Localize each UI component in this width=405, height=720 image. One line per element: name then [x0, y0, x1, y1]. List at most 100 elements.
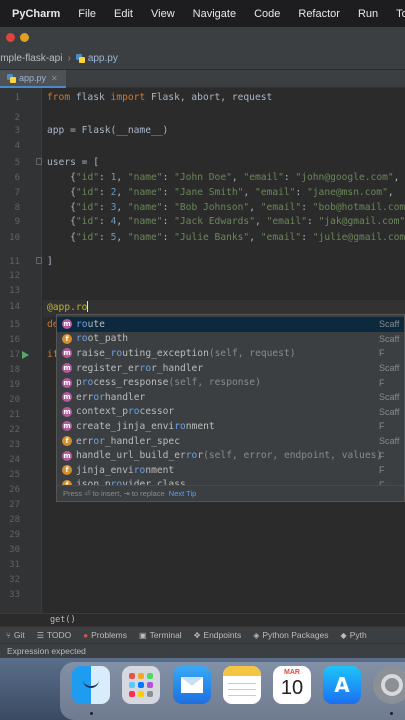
line-number: 10 [9, 233, 20, 243]
method-icon: m [62, 406, 72, 417]
completion-item[interactable]: m ro ute Scaff [57, 317, 404, 332]
line-number: 1 [14, 93, 20, 103]
completion-tail: Scaff [379, 436, 400, 447]
tool-git[interactable]: ⑂ Git [0, 630, 31, 640]
completion-pre: err [76, 391, 94, 403]
run-icon[interactable] [22, 351, 29, 359]
git-icon: ⑂ [6, 630, 11, 640]
tool-python-packages[interactable]: ◈ Python Packages [247, 630, 334, 640]
menu-navigate[interactable]: Navigate [184, 8, 245, 20]
menu-file[interactable]: File [69, 8, 105, 20]
line-number: 14 [9, 302, 20, 312]
completion-pre: context_p [76, 406, 128, 418]
menu-refactor[interactable]: Refactor [289, 8, 349, 20]
line-number: 26 [9, 485, 20, 495]
field-icon: f [62, 436, 72, 447]
fold-marker-icon[interactable] [36, 158, 42, 165]
tool-todo[interactable]: ☰ TODO [31, 630, 78, 640]
completion-hint: Press ⏎ to insert, ⇥ to replace Next Tip [57, 485, 404, 501]
mail-icon[interactable] [173, 666, 211, 704]
system-preferences-icon[interactable] [373, 666, 405, 704]
line-number: 27 [9, 500, 20, 510]
completion-item[interactable]: f ro ot_path Scaff [57, 332, 404, 347]
completion-item[interactable]: m context_p ro cessor Scaff [57, 405, 404, 420]
code-breadcrumb[interactable]: get() [0, 613, 405, 626]
todo-icon: ☰ [36, 630, 44, 640]
text-caret [87, 301, 89, 312]
completion-post: r_handler [151, 362, 204, 374]
code-line-1: from flask import Flask, abort, request [47, 92, 273, 103]
line-number: 12 [9, 271, 20, 281]
line-number: 28 [9, 515, 20, 525]
endpoints-icon: ✥ [193, 630, 201, 640]
completion-item[interactable]: m p ro cess_response (self, response) F [57, 375, 404, 390]
menu-run[interactable]: Run [349, 8, 387, 20]
next-tip-link[interactable]: Next Tip [169, 489, 197, 498]
line-number: 8 [14, 203, 20, 213]
python-file-icon [75, 53, 85, 63]
line-number: 33 [9, 590, 20, 600]
menu-view[interactable]: View [142, 8, 184, 20]
line-number: 6 [14, 173, 20, 183]
tab-app-py[interactable]: app.py ✕ [0, 70, 66, 88]
completion-post: _handler_spec [104, 435, 180, 447]
completion-item[interactable]: m raise_ ro uting_exception (self, request) F [57, 346, 404, 361]
launchpad-icon[interactable] [122, 666, 160, 704]
code-line-11: ] [47, 256, 53, 267]
tool-terminal[interactable]: ▣ Terminal [133, 630, 188, 640]
line-number: 9 [14, 217, 20, 227]
line-number: 7 [14, 188, 20, 198]
completion-item[interactable]: f err or _handler_spec Scaff [57, 434, 404, 449]
field-icon: f [62, 465, 72, 476]
menu-code[interactable]: Code [245, 8, 289, 20]
method-icon: m [62, 319, 72, 330]
running-indicator [390, 712, 393, 715]
line-number: 29 [9, 530, 20, 540]
close-window-button[interactable] [6, 33, 15, 42]
completion-sig: (self, response) [168, 377, 261, 389]
completion-item[interactable]: m err or handler Scaff [57, 390, 404, 405]
nav-project[interactable]: imple-flask-api [0, 53, 62, 64]
completion-tail: Scaff [379, 392, 400, 403]
completion-match: ro [110, 347, 123, 359]
completion-tail: Scaff [379, 319, 400, 330]
method-icon: m [62, 348, 72, 359]
completion-post: uting_exception [122, 347, 209, 359]
menu-app-name[interactable]: PyCharm [6, 8, 69, 20]
completion-tail: Scaff [379, 363, 400, 374]
minimize-window-button[interactable] [20, 33, 29, 42]
close-icon[interactable]: ✕ [51, 74, 58, 83]
completion-post: ot_path [87, 333, 128, 345]
completion-match: ro [76, 333, 88, 345]
completion-match: ro [174, 420, 186, 432]
completion-post: handler [104, 391, 146, 403]
calendar-icon[interactable]: MAR 10 [273, 666, 311, 704]
fold-marker-icon[interactable] [36, 257, 42, 264]
app-store-icon[interactable]: A [323, 666, 361, 704]
line-number: 21 [9, 410, 20, 420]
completion-item[interactable]: m register_er ro r_handler Scaff [57, 361, 404, 376]
completion-post: cessor [139, 406, 175, 418]
completion-item[interactable]: m create_jinja_envi ro nment F [57, 419, 404, 434]
tool-endpoints[interactable]: ✥ Endpoints [188, 630, 248, 640]
tool-python-console[interactable]: ◆ Pyth [335, 630, 373, 640]
nav-file[interactable]: app.py [88, 53, 118, 64]
completion-tail: F [379, 348, 385, 359]
editor-tabs: app.py ✕ [0, 70, 405, 88]
tool-problems[interactable]: ● Problems [77, 630, 133, 640]
line-number: 32 [9, 575, 20, 585]
finder-icon[interactable] [72, 666, 110, 704]
completion-pre: jinja_envi [76, 464, 134, 476]
code-line-14: @app.ro [47, 301, 89, 313]
menu-tools[interactable]: To [387, 8, 405, 20]
completion-sig: (self, request) [208, 347, 296, 359]
completion-item[interactable]: f jinja_envi ro nment F [57, 463, 404, 478]
completion-tail: Scaff [379, 406, 400, 417]
user-entry-5: {"id": 5, "name": "Julie Banks", "email"… [47, 232, 405, 243]
completion-pre: create_jinja_envi [76, 420, 175, 432]
completion-item[interactable]: m handle_url_build_er ro r (self, error, end… [57, 448, 404, 463]
menu-edit[interactable]: Edit [105, 8, 142, 20]
notes-icon[interactable] [223, 666, 261, 704]
line-number: 13 [9, 286, 20, 296]
completion-tail: F [379, 450, 385, 461]
